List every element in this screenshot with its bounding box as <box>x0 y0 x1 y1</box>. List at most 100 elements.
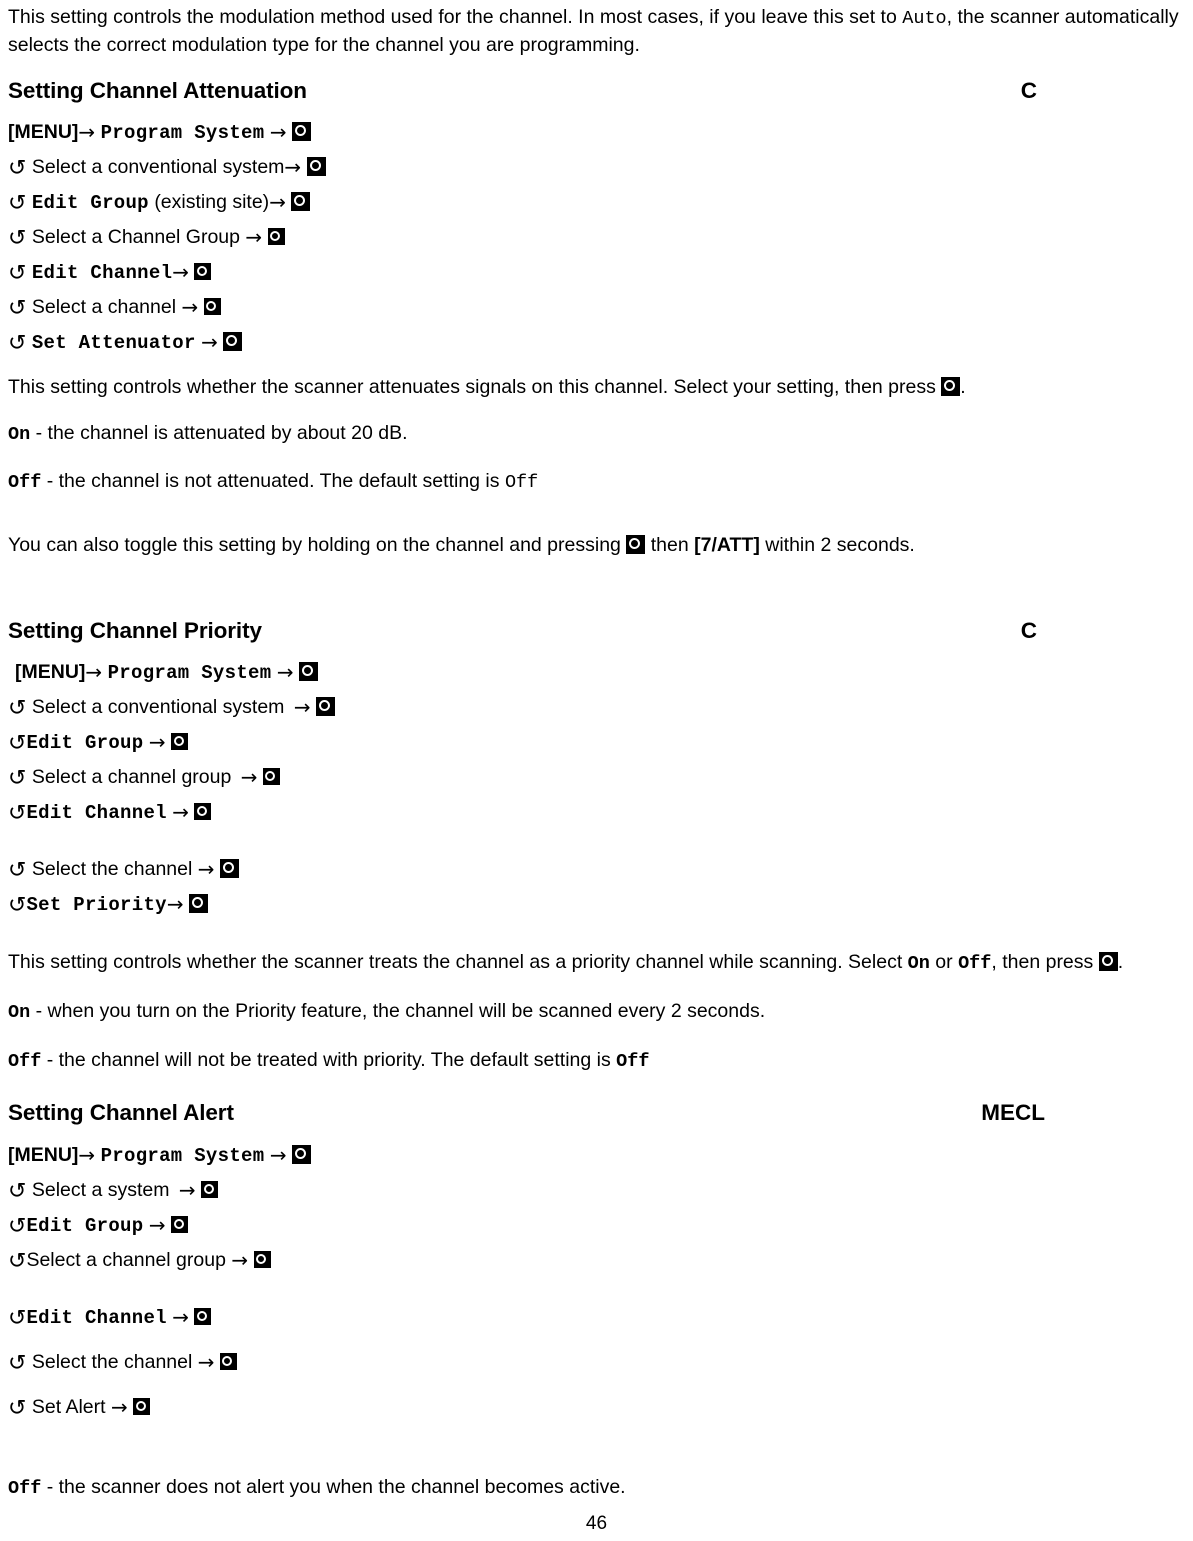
arrow-icon: → <box>111 1395 128 1419</box>
arrow-icon: → <box>269 120 287 144</box>
rotate-icon: ↺ <box>8 261 27 286</box>
arrow-icon: → <box>231 1248 249 1272</box>
step-row: [MENU]→ Program System → <box>8 654 1185 689</box>
page-number: 46 <box>585 1513 608 1534</box>
arrow-icon: → <box>78 120 96 144</box>
priority-off-paragraph: Off - the channel will not be treated wi… <box>8 1047 1185 1075</box>
step-label: Set Priority <box>26 894 167 916</box>
enter-knob-icon <box>171 1216 189 1233</box>
step-row: [MENU]→ Program System → <box>8 114 1185 149</box>
step-row: ↺ Select a conventional system → <box>8 689 1185 724</box>
lead-tail: . <box>1117 951 1124 973</box>
enter-knob-icon <box>189 894 209 913</box>
attenuation-note-paragraph: You can also toggle this setting by hold… <box>8 532 1185 558</box>
arrow-icon: → <box>172 1305 190 1329</box>
step-row: ↺ Select a Channel Group → <box>8 219 1185 254</box>
enter-knob-icon <box>941 377 961 396</box>
intro-paragraph: This setting controls the modulation met… <box>8 4 1185 58</box>
arrow-icon: → <box>178 1178 196 1202</box>
page-title-priority: Setting Channel Priority <box>8 618 262 643</box>
note-text-after: within 2 seconds. <box>759 534 915 556</box>
step-label: Edit Group <box>26 1215 144 1237</box>
option-off-default: Off <box>616 1051 650 1072</box>
step-row: ↺Select a channel group → <box>8 1242 1185 1277</box>
note-text-mid: then <box>645 534 695 556</box>
arrow-icon: → <box>166 892 184 916</box>
lead-text-a: This setting controls whether the scanne… <box>8 951 908 973</box>
enter-knob-icon <box>316 697 336 716</box>
rotate-icon: ↺ <box>8 696 27 721</box>
arrow-icon: → <box>269 1143 287 1167</box>
page-title-alert: Setting Channel Alert <box>8 1100 234 1125</box>
arrow-icon: → <box>276 660 294 684</box>
attenuation-off-paragraph: Off - the channel is not attenuated. The… <box>8 468 1185 496</box>
option-off-value: Off <box>8 472 42 493</box>
rotate-icon: ↺ <box>8 331 27 356</box>
arrow-icon: → <box>85 660 103 684</box>
menu-item-label: Program System <box>100 1145 265 1167</box>
rotate-icon: ↺ <box>8 893 27 918</box>
enter-knob-icon <box>291 192 311 211</box>
section-marker-alert: MECL <box>981 1100 1045 1125</box>
enter-knob-icon <box>219 1353 237 1370</box>
step-row: ↺ Select a conventional system→ <box>8 149 1185 184</box>
option-on-value: On <box>8 1002 31 1023</box>
menu-key-label: [MENU] <box>15 661 86 683</box>
menu-key-label: [MENU] <box>8 121 79 143</box>
rotate-icon: ↺ <box>8 1214 27 1239</box>
enter-knob-icon <box>306 157 326 176</box>
lead-tail: . <box>960 376 966 398</box>
step-row: ↺ Select a system → <box>8 1172 1185 1207</box>
arrow-icon: → <box>181 295 199 319</box>
option-on-inline: On <box>907 953 930 974</box>
arrow-icon: → <box>284 155 302 179</box>
step-label: Edit Group <box>26 732 144 754</box>
lead-text: This setting controls whether the scanne… <box>8 376 942 398</box>
priority-lead-paragraph: This setting controls whether the scanne… <box>8 949 1185 977</box>
enter-knob-icon <box>1098 952 1118 971</box>
step-row: ↺ Set Alert → <box>8 1389 1185 1424</box>
option-off-value: Off <box>8 1478 42 1499</box>
arrow-icon: → <box>172 260 190 284</box>
enter-knob-icon <box>194 1308 212 1325</box>
option-off-text: - the channel is not attenuated. The def… <box>41 470 505 492</box>
enter-knob-icon <box>292 122 312 141</box>
step-label: Select a channel group <box>26 1249 226 1271</box>
step-row: ↺ Edit Group (existing site)→ <box>8 184 1185 219</box>
arrow-icon: → <box>78 1143 96 1167</box>
section-heading-attenuation: Setting Channel Attenuation C <box>8 78 1185 104</box>
step-row: ↺ Set Attenuator → <box>8 324 1185 359</box>
step-label: Edit Group <box>31 192 149 214</box>
rotate-icon: ↺ <box>8 1249 27 1274</box>
rotate-icon: ↺ <box>8 156 27 181</box>
rotate-icon: ↺ <box>8 296 27 321</box>
rotate-icon: ↺ <box>8 1396 27 1421</box>
lead-text-b: or <box>929 951 959 973</box>
enter-knob-icon <box>133 1398 151 1415</box>
option-off-default: Off <box>504 472 539 493</box>
arrow-icon: → <box>148 730 166 754</box>
menu-item-label: Program System <box>107 662 272 684</box>
menu-key-label: [MENU] <box>8 1144 79 1166</box>
step-label-suffix: (existing site) <box>154 191 270 213</box>
step-row: ↺Edit Group → <box>8 1207 1185 1242</box>
rotate-icon: ↺ <box>8 801 27 826</box>
step-label: Select a conventional system <box>31 156 285 178</box>
rotate-icon: ↺ <box>8 1306 27 1331</box>
rotate-icon: ↺ <box>8 766 27 791</box>
step-label: Edit Channel <box>31 262 173 284</box>
arrow-icon: → <box>201 330 218 354</box>
enter-knob-icon <box>203 298 221 315</box>
step-row: ↺ Select a channel → <box>8 289 1185 324</box>
step-row: ↺ Select the channel → <box>8 851 1185 886</box>
intro-mono-value: Auto <box>902 8 947 29</box>
enter-knob-icon <box>626 535 646 554</box>
note-key-label: [7/ATT] <box>694 534 760 556</box>
section-heading-priority: Setting Channel Priority C <box>8 618 1185 644</box>
step-row: ↺ Edit Channel→ <box>8 254 1185 289</box>
enter-knob-icon <box>267 228 285 245</box>
enter-knob-icon <box>299 662 319 681</box>
enter-knob-icon <box>262 768 280 785</box>
step-label: Set Alert <box>31 1396 106 1418</box>
step-label: Edit Channel <box>26 1307 167 1329</box>
